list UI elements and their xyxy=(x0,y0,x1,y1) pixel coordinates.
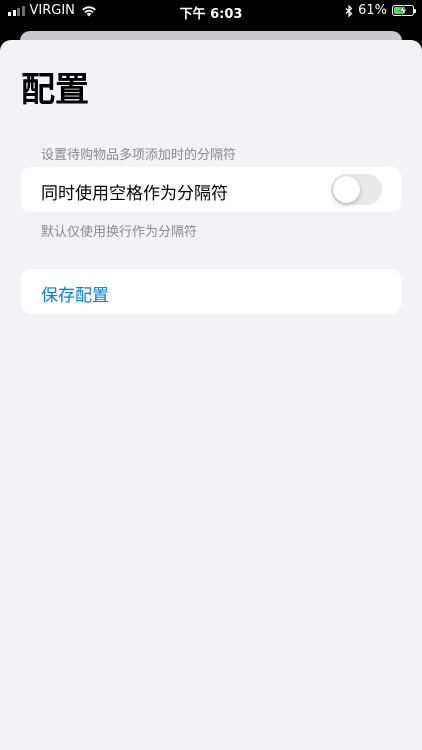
status-bar: VIRGIN 下午 6:03 61% xyxy=(0,0,422,22)
save-config-label: 保存配置 xyxy=(41,286,109,306)
charging-bolt-icon xyxy=(399,5,408,16)
section-header: 设置待购物品多项添加时的分隔符 xyxy=(41,148,237,163)
section-footer: 默认仅使用换行作为分隔符 xyxy=(41,225,198,240)
page-title: 配置 xyxy=(21,70,89,110)
status-right: 61% xyxy=(345,3,416,18)
space-separator-toggle[interactable] xyxy=(331,174,382,205)
battery-percent: 61% xyxy=(358,3,387,18)
space-separator-row: 同时使用空格作为分隔符 xyxy=(21,167,401,212)
screen: VIRGIN 下午 6:03 61% 配置 设置待购物品多项添加时的分隔符 同时… xyxy=(0,0,422,750)
save-config-button[interactable]: 保存配置 xyxy=(21,269,401,314)
battery-icon xyxy=(392,5,416,16)
space-separator-label: 同时使用空格作为分隔符 xyxy=(41,184,228,204)
bluetooth-icon xyxy=(345,4,353,17)
toggle-knob xyxy=(333,176,360,203)
battery-cap xyxy=(414,9,416,13)
